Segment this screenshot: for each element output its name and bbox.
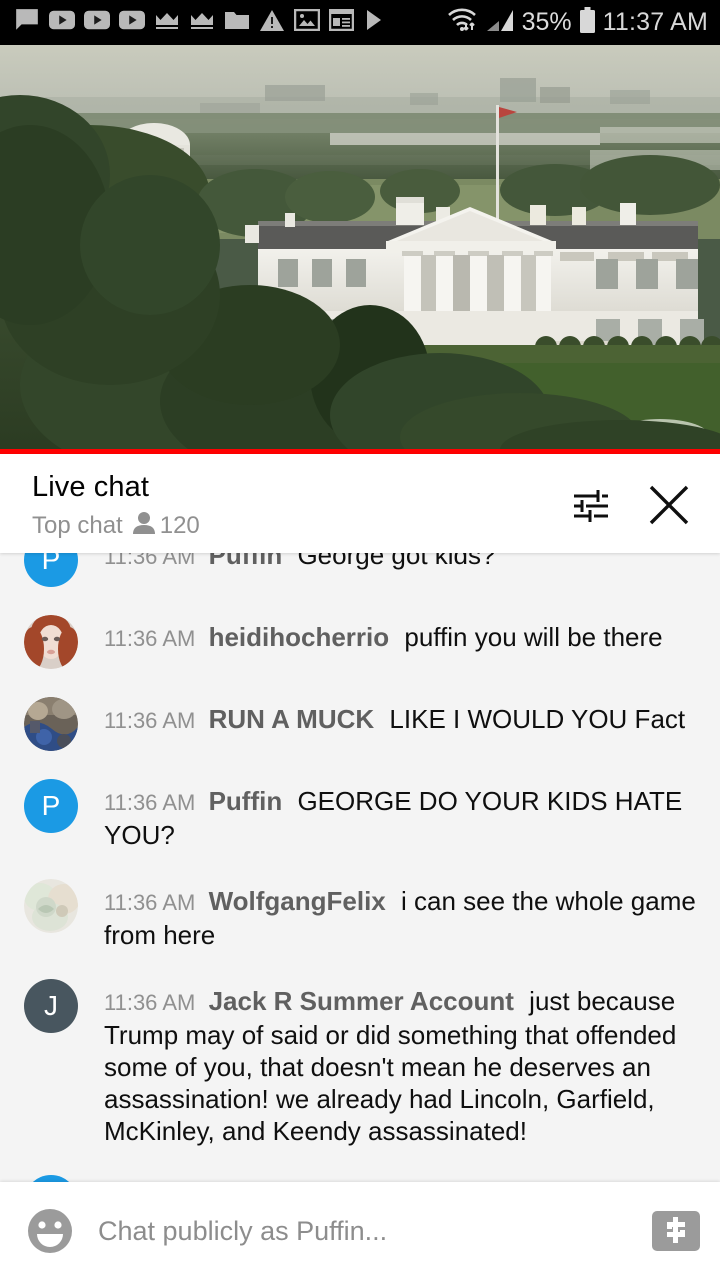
avatar-photo [24,879,78,933]
news-icon [328,8,355,36]
avatar[interactable] [24,879,78,933]
chat-message-row[interactable]: 11:36 AM heidihocherrio puffin you will … [0,613,720,669]
youtube-play-icon [119,10,145,35]
avatar-photo [24,697,78,751]
chat-message-row[interactable]: J 11:36 AM Jack R Summer Account just be… [0,977,720,1147]
live-chat-header-actions [568,470,700,528]
avatar-initial: P [41,553,61,575]
chat-message-body: 11:36 AM Puffin GEORGE DO YOUR KIDS HATE… [104,777,698,851]
message-text: LIKE I WOULD YOU Fact [389,704,686,734]
close-chat-button[interactable] [646,482,692,528]
battery-percent-label: 35% [521,8,572,36]
chat-message-body: 11:36 AM RUN A MUCK LIKE I WOULD YOU Fac… [104,695,698,751]
message-timestamp: 11:36 AM [104,708,196,733]
message-author[interactable]: WolfgangFelix [209,886,386,916]
message-text: puffin you will be there [404,622,663,652]
chat-message-body: 11:36 AM WolfgangFelix i can see the who… [104,877,698,951]
live-chat-subrow: Top chat 120 [32,511,568,540]
live-chat-header: Live chat Top chat 120 [0,454,720,553]
chat-message-body: 11:36 AM heidihocherrio puffin you will … [104,613,698,669]
message-timestamp: 11:36 AM [104,626,196,651]
cell-signal-icon [485,7,515,38]
live-chat-title: Live chat [32,471,149,503]
avatar[interactable] [24,697,78,751]
close-x-icon [646,485,692,531]
chat-message-input[interactable] [98,1215,638,1247]
live-chat-header-texts: Live chat Top chat 120 [32,470,568,540]
chat-message-row[interactable]: P 11:36 AM Puffin George got kids? [0,553,720,587]
play-store-icon [363,8,387,37]
chat-input-bar [0,1182,720,1280]
super-chat-button[interactable] [652,1211,700,1251]
chat-message-body: 11:36 AM Puffin I'll have my knee on you… [104,1173,698,1182]
viewer-count-label: 120 [159,511,200,539]
chat-settings-button[interactable] [568,483,612,527]
dollar-sign-icon [662,1215,690,1248]
message-timestamp: 11:36 AM [104,890,196,915]
chat-message-row[interactable]: 11:36 AM RUN A MUCK LIKE I WOULD YOU Fac… [0,695,720,751]
message-author[interactable]: Jack R Summer Account [209,986,514,1016]
white-house-video-frame [0,45,720,454]
crown-icon [154,10,180,35]
youtube-play-icon [49,10,75,35]
avatar[interactable]: P [24,553,78,587]
video-player[interactable] [0,45,720,454]
message-timestamp: 11:36 AM [104,790,196,815]
avatar[interactable]: P [24,1175,78,1182]
person-icon [132,511,155,540]
avatar-photo [24,615,78,669]
image-icon [293,8,321,36]
chat-message-list[interactable]: P 11:36 AM Puffin George got kids? 11:36… [0,553,720,1182]
status-bar-system-icons: 35% 11:37 AM [446,6,708,39]
message-author[interactable]: Puffin [209,786,283,816]
message-author[interactable]: RUN A MUCK [209,704,375,734]
chat-mode-label[interactable]: Top chat [32,512,123,540]
warning-triangle-icon [259,9,285,37]
message-text: George got kids? [297,553,496,570]
folder-icon [224,9,250,36]
chat-message-body: 11:36 AM Jack R Summer Account just beca… [104,977,698,1147]
emoji-smiley-icon [26,1209,74,1258]
avatar[interactable]: P [24,779,78,833]
message-author[interactable]: heidihocherrio [209,622,390,652]
chat-message-row[interactable]: P 11:36 AM Puffin GEORGE DO YOUR KIDS HA… [0,777,720,851]
message-timestamp: 11:36 AM [104,553,196,569]
tune-sliders-icon [568,490,612,530]
avatar-initial: P [41,790,61,821]
chat-bubble-icon [14,7,40,38]
youtube-play-icon [84,10,110,35]
avatar[interactable]: J [24,979,78,1033]
status-bar-notification-icons [14,7,446,38]
message-timestamp: 11:36 AM [104,990,196,1015]
crown-icon [189,10,215,35]
chat-message-row[interactable]: P 11:36 AM Puffin I'll have my knee on y… [0,1173,720,1182]
chat-message-row[interactable]: 11:36 AM WolfgangFelix i can see the who… [0,877,720,951]
chat-message-body: 11:36 AM Puffin George got kids? [104,553,698,587]
avatar[interactable] [24,615,78,669]
clock-label: 11:37 AM [602,8,708,36]
emoji-picker-button[interactable] [26,1207,74,1255]
message-author[interactable]: Puffin [209,553,283,570]
battery-icon [579,6,596,39]
avatar-initial: J [44,990,58,1021]
viewer-count-group: 120 [132,511,200,540]
wifi-data-transfer-icon [446,7,478,38]
status-bar: 35% 11:37 AM [0,0,720,45]
youtube-live-chat-screen: 35% 11:37 AM Live chat Top chat 120 P 11… [0,0,720,1280]
